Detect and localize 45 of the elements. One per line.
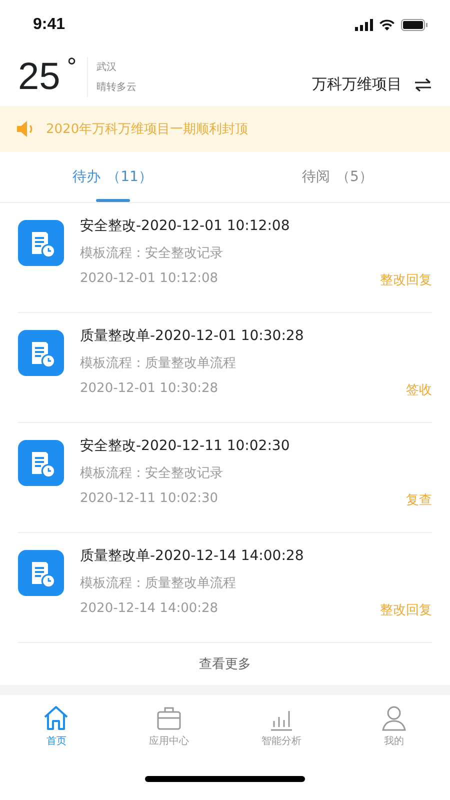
- document-clock-icon: [18, 440, 64, 486]
- project-switcher[interactable]: 万科万维项目: [312, 75, 432, 94]
- home-icon: [43, 704, 70, 730]
- task-time: 2020-12-01 10:12:08: [80, 271, 218, 288]
- task-title: 安全整改-2020-12-11 10:02:30: [80, 437, 291, 455]
- signal-icon: [355, 19, 373, 31]
- task-template: 模板流程：质量整改单流程: [80, 355, 237, 372]
- document-clock-icon: [18, 220, 64, 266]
- degree-sign: °: [66, 57, 78, 79]
- status-time: 9:41: [33, 16, 66, 34]
- tab[interactable]: 待办 （11）: [0, 152, 225, 202]
- view-more-link[interactable]: 查看更多: [195, 651, 255, 677]
- document-clock-icon: [18, 330, 64, 376]
- task-action[interactable]: 复查: [406, 491, 432, 509]
- task-template: 模板流程：安全整改记录: [80, 465, 224, 482]
- wifi-icon: [379, 19, 395, 31]
- temperature: 25: [18, 57, 60, 97]
- briefcase-icon: [156, 704, 182, 730]
- nav-tab[interactable]: 智能分析: [225, 695, 338, 757]
- task-action[interactable]: 签收: [406, 381, 432, 399]
- document-clock-icon: [18, 550, 64, 596]
- nav-tab[interactable]: 首页: [0, 695, 112, 757]
- weather-condition: 晴转多云: [96, 80, 136, 94]
- city-name: 武汉: [96, 60, 118, 74]
- task-time: 2020-12-11 10:02:30: [80, 491, 218, 508]
- notice-text: 2020年万科万维项目一期顺利封顶: [46, 121, 248, 138]
- battery-icon: [401, 19, 428, 31]
- task-title: 质量整改单-2020-12-01 10:30:28: [80, 327, 305, 345]
- task-template: 模板流程：质量整改单流程: [80, 575, 237, 592]
- task-action[interactable]: 整改回复: [380, 601, 432, 619]
- tab[interactable]: 待阅 （5）: [225, 152, 450, 202]
- user-icon: [380, 704, 407, 730]
- switch-icon: [414, 78, 432, 92]
- nav-tab[interactable]: 应用中心: [112, 695, 225, 757]
- task-item[interactable]: 安全整改-2020-12-11 10:02:30 模板流程：安全整改记录 2020-12-11 10:02:30 复查: [18, 423, 432, 533]
- task-item[interactable]: 安全整改-2020-12-01 10:12:08 模板流程：安全整改记录 2020-12-01 10:12:08 整改回复: [18, 203, 432, 313]
- task-time: 2020-12-01 10:30:28: [80, 381, 218, 398]
- task-item[interactable]: 质量整改单-2020-12-01 10:30:28 模板流程：质量整改单流程 2020-12-01 10:30:28 签收: [18, 313, 432, 423]
- task-template: 模板流程：安全整改记录: [80, 245, 224, 262]
- nav-tab[interactable]: 我的: [338, 695, 450, 757]
- task-action[interactable]: 整改回复: [380, 271, 432, 289]
- task-title: 质量整改单-2020-12-14 14:00:28: [80, 547, 305, 565]
- task-time: 2020-12-14 14:00:28: [80, 601, 218, 618]
- task-title: 安全整改-2020-12-01 10:12:08: [80, 217, 291, 235]
- task-item[interactable]: 质量整改单-2020-12-14 14:00:28 模板流程：质量整改单流程 2020-12-14 14:00:28 整改回复: [18, 533, 432, 643]
